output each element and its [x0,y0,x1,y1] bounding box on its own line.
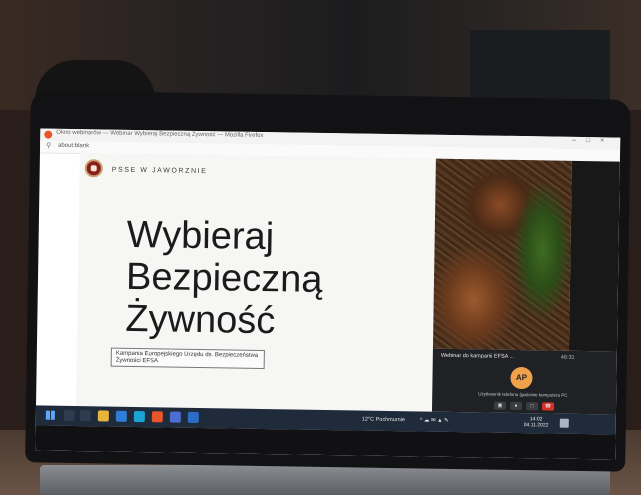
notification-icon[interactable] [559,418,569,428]
call-panel: Webinar do kampanii EFSA ... 46:31 AP Uż… [431,348,617,415]
window-title: Okno webinarów — Webinar Wybieraj Bezpie… [56,129,264,139]
hangup-icon[interactable]: ☎ [541,402,555,411]
coat-of-arms-icon [84,159,103,178]
system-clock[interactable]: 14:02 04.11.2022 [524,416,549,428]
participant-label: Użytkownik telefonu (gościnie komputera … [478,391,568,398]
webinar-title: Webinar do kampanii EFSA ... [440,352,515,360]
laptop-screen: Okno webinarów — Webinar Wybieraj Bezpie… [35,128,621,460]
close-button[interactable]: × [600,137,614,144]
organization-name: PSSE W JAWORZNIE [111,166,208,176]
app-icon[interactable] [187,411,199,423]
food-photo [432,158,572,351]
firefox-taskbar-icon[interactable] [151,411,163,423]
campaign-caption: Kampania Europejskiego Urzędu ds. Bezpie… [110,347,265,370]
address-text[interactable]: about:blank [58,143,89,149]
maximize-button[interactable]: □ [586,137,600,144]
camera-icon[interactable]: ▣ [494,401,507,410]
clock-date: 04.11.2022 [523,422,549,429]
window-controls[interactable]: –□× [572,137,614,145]
firefox-icon [44,130,53,139]
file-explorer-icon[interactable] [97,410,109,422]
slide-heading: Wybieraj Bezpieczną Żywność [125,214,323,343]
teams-icon[interactable] [169,411,181,423]
avatar: AP [510,366,533,390]
weather-widget[interactable]: 12°C Pochmurnie [362,417,405,424]
heading-line-3: Żywność [125,297,276,343]
edge-icon[interactable] [115,410,127,422]
laptop: Okno webinarów — Webinar Wybieraj Bezpie… [25,90,631,472]
search-taskbar-icon[interactable] [63,409,75,422]
heading-line-2: Bezpieczną [125,255,323,301]
call-timer: 46:31 [560,354,575,361]
heading-line-1: Wybieraj [126,213,275,259]
chrome-icon[interactable] [133,410,145,423]
presentation-slide: PSSE W JAWORZNIE Wybieraj Bezpieczną Żyw… [76,153,436,412]
side-panel [568,160,620,352]
search-icon: ⚲ [46,142,52,150]
mic-icon[interactable]: ● [509,401,523,411]
windows-start-icon[interactable] [45,410,55,420]
task-view-icon[interactable] [79,410,91,422]
share-icon[interactable]: □ [525,402,539,411]
tray-icons[interactable]: ^ ☁ ✉ ▲ ✎ [420,417,449,423]
minimize-button[interactable]: – [572,137,586,144]
